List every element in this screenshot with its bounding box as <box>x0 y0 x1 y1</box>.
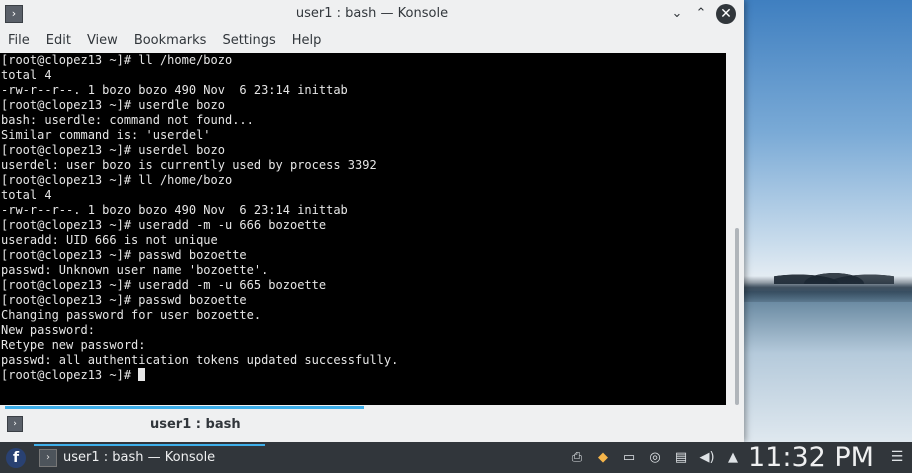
clock[interactable]: 11:32 PM <box>748 442 874 473</box>
terminal-line: [root@clopez13 ~]# userdel bozo <box>1 143 225 157</box>
terminal-line: [root@clopez13 ~]# passwd bozoette <box>1 293 247 307</box>
session-tab-bar: › user1 : bash <box>0 405 744 442</box>
terminal-line: [root@clopez13 ~]# ll /home/bozo <box>1 53 233 67</box>
terminal-line: [root@clopez13 ~]# useradd -m -u 665 boz… <box>1 278 327 292</box>
terminal-area[interactable]: [root@clopez13 ~]# ll /home/bozo total 4… <box>0 53 726 405</box>
terminal-prompt-line[interactable]: [root@clopez13 ~]# <box>0 368 398 383</box>
expand-tray-icon[interactable]: ▲ <box>722 449 744 467</box>
terminal-line: bash: userdle: command not found... <box>1 113 254 127</box>
terminal-output: [root@clopez13 ~]# ll /home/bozo total 4… <box>0 53 398 383</box>
terminal-prompt: [root@clopez13 ~]# <box>1 368 139 382</box>
terminal-line: total 4 <box>1 68 52 82</box>
network-icon[interactable]: ◎ <box>644 449 666 467</box>
terminal-line: Similar command is: 'userdel' <box>1 128 211 142</box>
menu-bookmarks[interactable]: Bookmarks <box>126 30 215 52</box>
menu-settings[interactable]: Settings <box>214 30 283 52</box>
terminal-tab-icon: › <box>7 416 23 432</box>
terminal-line: userdel: user bozo is currently used by … <box>1 158 377 172</box>
terminal-line: [root@clopez13 ~]# ll /home/bozo <box>1 173 233 187</box>
terminal-line: Changing password for user bozoette. <box>1 308 262 322</box>
terminal-line: -rw-r--r--. 1 bozo bozo 490 Nov 6 23:14 … <box>1 203 348 217</box>
menu-help[interactable]: Help <box>284 30 330 52</box>
system-tray: ⎙ ◆ ▭ ◎ ▤ ◀) ▲ <box>566 449 748 467</box>
menu-file[interactable]: File <box>0 30 38 52</box>
package-updates-icon[interactable]: ◆ <box>592 449 614 467</box>
konsole-window[interactable]: › user1 : bash — Konsole ⌄ ⌃ ✕ File Edit… <box>0 0 744 442</box>
task-konsole[interactable]: user1 : bash — Konsole <box>63 450 215 465</box>
terminal-line: New password: <box>1 323 95 337</box>
tab-user1-bash[interactable]: user1 : bash <box>150 417 241 432</box>
taskbar-panel: f › user1 : bash — Konsole ⎙ ◆ ▭ ◎ ▤ ◀) … <box>0 442 912 473</box>
wallpaper-horizon <box>744 276 912 302</box>
minimize-button[interactable]: ⌄ <box>668 5 686 23</box>
active-tab-indicator <box>5 406 364 409</box>
display-icon[interactable]: ▭ <box>618 449 640 467</box>
terminal-line: useradd: UID 666 is not unique <box>1 233 218 247</box>
desktop-wallpaper <box>744 0 912 442</box>
active-task-indicator <box>34 444 265 446</box>
terminal-line: -rw-r--r--. 1 bozo bozo 490 Nov 6 23:14 … <box>1 83 348 97</box>
terminal-scrollbar[interactable] <box>726 53 744 405</box>
menu-bar: File Edit View Bookmarks Settings Help <box>0 30 744 52</box>
fedora-launcher-icon[interactable]: f <box>6 448 26 468</box>
printer-icon[interactable]: ⎙ <box>566 449 588 467</box>
menu-edit[interactable]: Edit <box>38 30 79 52</box>
window-title: user1 : bash — Konsole <box>295 6 449 21</box>
konsole-task-icon: › <box>39 449 57 467</box>
terminal-line: [root@clopez13 ~]# passwd bozoette <box>1 248 247 262</box>
terminal-line: passwd: all authentication tokens update… <box>1 353 399 367</box>
terminal-line: total 4 <box>1 188 52 202</box>
terminal-line: [root@clopez13 ~]# userdle bozo <box>1 98 225 112</box>
title-bar[interactable]: › user1 : bash — Konsole ⌄ ⌃ ✕ <box>0 0 744 29</box>
terminal-line: passwd: Unknown user name 'bozoette'. <box>1 263 269 277</box>
terminal-line: Retype new password: <box>1 338 146 352</box>
volume-icon[interactable]: ◀) <box>696 449 718 467</box>
menu-view[interactable]: View <box>79 30 126 52</box>
panel-menu-icon[interactable]: ☰ <box>890 450 904 464</box>
close-button[interactable]: ✕ <box>716 4 736 24</box>
maximize-button[interactable]: ⌃ <box>692 5 710 23</box>
scrollbar-thumb[interactable] <box>735 228 739 405</box>
clipboard-icon[interactable]: ▤ <box>670 449 692 467</box>
text-cursor <box>138 368 146 381</box>
terminal-line: [root@clopez13 ~]# useradd -m -u 666 boz… <box>1 218 327 232</box>
